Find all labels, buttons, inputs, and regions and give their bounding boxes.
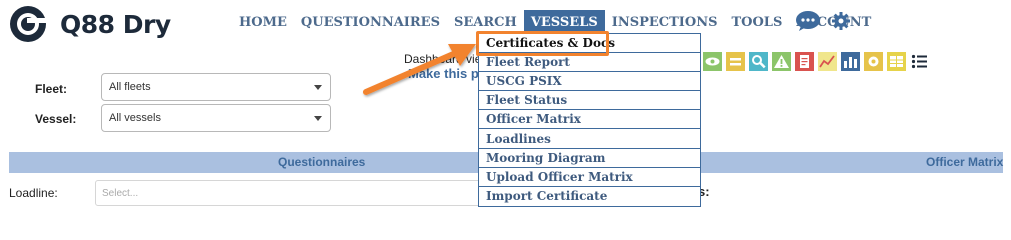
nav-tools[interactable]: TOOLS: [724, 10, 789, 34]
chat-bubble-icon[interactable]: [795, 10, 821, 32]
menu-item-import-certificate[interactable]: Import Certificate: [479, 187, 700, 206]
chevron-down-icon: [314, 116, 322, 121]
nav-search[interactable]: SEARCH: [447, 10, 524, 34]
bar-chart-icon[interactable]: [841, 52, 860, 71]
menu-item-uscg-psix[interactable]: USCG PSIX: [479, 72, 700, 92]
officer-matrix-section-title: Officer Matrix: [926, 155, 1004, 169]
equals-icon[interactable]: [726, 52, 745, 71]
questionnaires-section-title: Questionnaires: [278, 155, 366, 169]
menu-item-fleet-status[interactable]: Fleet Status: [479, 91, 700, 111]
menu-item-officer-matrix[interactable]: Officer Matrix: [479, 110, 700, 130]
brand-logo[interactable]: Q88 Dry: [8, 4, 171, 44]
q88-logo-icon: [10, 6, 47, 42]
vessel-label: Vessel:: [35, 112, 77, 126]
list-icon[interactable]: [910, 52, 929, 71]
eye-icon[interactable]: [703, 52, 722, 71]
line-chart-icon[interactable]: [818, 52, 837, 71]
nav-questionnaires[interactable]: QUESTIONNAIRES: [294, 10, 447, 34]
dashboard-toolbar: [703, 52, 929, 71]
chevron-down-icon: [314, 85, 322, 90]
vessel-select[interactable]: All vessels: [101, 104, 331, 132]
loadline-label: Loadline:: [9, 186, 58, 200]
dashboard-view-label: Dashboard vie: [404, 52, 482, 66]
fleet-select-value: All fleets: [109, 81, 151, 93]
fleet-select[interactable]: All fleets: [101, 73, 331, 101]
menu-item-upload-officer-matrix[interactable]: Upload Officer Matrix: [479, 168, 700, 187]
table-icon[interactable]: [887, 52, 906, 71]
nav-vessels[interactable]: VESSELS: [523, 10, 605, 34]
nav-inspections[interactable]: INSPECTIONS: [605, 10, 725, 34]
menu-item-mooring-diagram[interactable]: Mooring Diagram: [479, 149, 700, 168]
loadline-select[interactable]: Select...: [95, 180, 485, 206]
brand-name: Q88 Dry: [60, 9, 171, 39]
vessel-select-value: All vessels: [109, 112, 161, 124]
gear-icon[interactable]: [832, 12, 850, 30]
menu-item-certificates-docs[interactable]: Certificates & Docs: [479, 34, 700, 54]
document-icon[interactable]: [795, 52, 814, 71]
menu-item-fleet-report[interactable]: Fleet Report: [479, 53, 700, 73]
gear-icon[interactable]: [864, 52, 883, 71]
fleet-label: Fleet:: [35, 82, 68, 96]
magnifier-icon[interactable]: [749, 52, 768, 71]
nav-home[interactable]: HOME: [232, 10, 294, 34]
loadline-placeholder: Select...: [102, 187, 139, 199]
warning-icon[interactable]: [772, 52, 791, 71]
make-default-link[interactable]: Make this p: [408, 66, 479, 81]
main-nav: HOME QUESTIONNAIRES SEARCH VESSELS INSPE…: [232, 10, 878, 34]
menu-item-loadlines[interactable]: Loadlines: [479, 129, 700, 149]
vessels-dropdown-menu: Certificates & Docs Fleet Report USCG PS…: [478, 33, 701, 207]
